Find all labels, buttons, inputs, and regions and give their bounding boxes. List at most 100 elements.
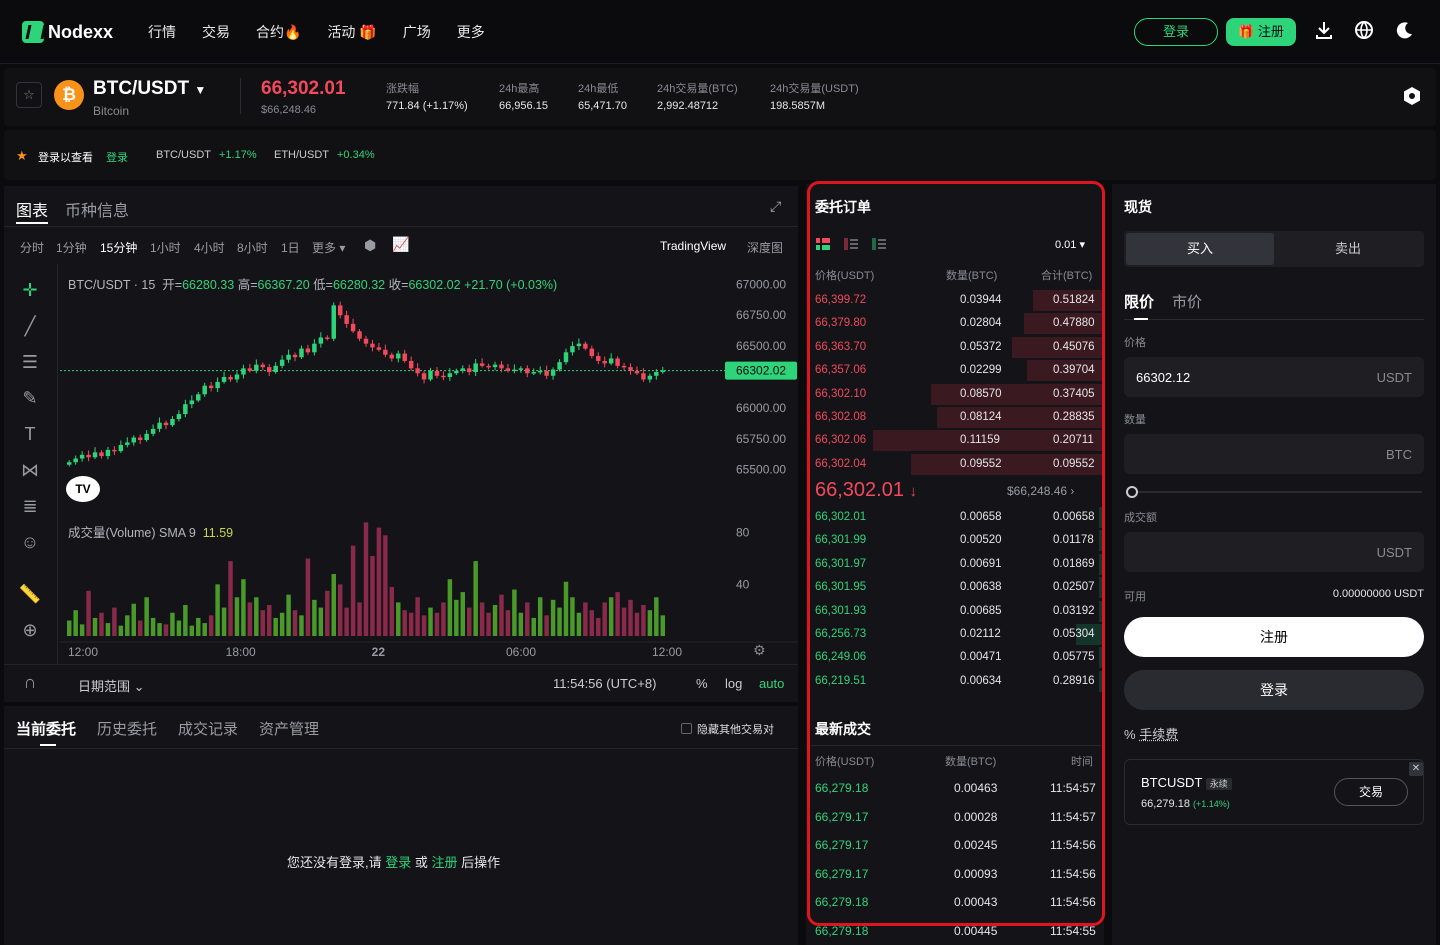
slider-handle[interactable] (1126, 486, 1138, 498)
fib-lines-icon[interactable]: ☰ (18, 350, 42, 374)
forecast-icon[interactable]: ≣ (18, 494, 42, 518)
tab-order-history[interactable]: 历史委托 (97, 718, 157, 739)
chart-area[interactable]: 67000.00 66750.00 66500.00 66000.00 65750.00… (60, 264, 798, 664)
brush-icon[interactable]: ✎ (18, 386, 42, 410)
chart-gear-icon[interactable]: ⚙ (753, 642, 766, 659)
emoji-icon[interactable]: ☺ (18, 530, 42, 554)
volume-bar (441, 602, 446, 636)
buy-tab[interactable]: 买入 (1126, 233, 1274, 265)
nav-item-events[interactable]: 活动 🎁 (327, 22, 376, 42)
tradingview-logo-icon[interactable]: TV (66, 476, 100, 502)
interval-15m[interactable]: 15分钟 (100, 239, 137, 256)
download-icon[interactable] (1313, 20, 1335, 42)
interval-more[interactable]: 更多 ▾ (312, 239, 345, 256)
tab-trade-history[interactable]: 成交记录 (178, 718, 238, 739)
bid-row[interactable]: 66,301.95 0.00638 0.02507 (815, 576, 1105, 599)
log-toggle[interactable]: log (725, 676, 742, 691)
trendline-icon[interactable]: ╱ (18, 314, 42, 338)
announcement-login-link[interactable]: 登录 (106, 149, 128, 165)
logo[interactable]: Nodexx (22, 20, 113, 44)
ask-row[interactable]: 66,357.06 0.02299 0.39704 (815, 359, 1105, 382)
favorite-star-icon[interactable]: ☆ (16, 82, 42, 108)
nav-item-futures[interactable]: 合约🔥 (256, 22, 301, 42)
login-prompt-register-link[interactable]: 注册 (432, 855, 458, 870)
view-asks-icon[interactable] (844, 238, 858, 253)
interval-1m[interactable]: 1分钟 (56, 239, 87, 256)
ask-row[interactable]: 66,302.10 0.08570 0.37405 (815, 383, 1105, 406)
precision-dropdown[interactable]: 0.01 ▾ (1055, 238, 1085, 251)
promo-trade-button[interactable]: 交易 (1334, 778, 1408, 806)
fee-link[interactable]: % 手续费 (1124, 724, 1178, 743)
tab-chart[interactable]: 图表 (16, 197, 48, 221)
bid-row[interactable]: 66,219.51 0.00634 0.28916 (815, 670, 1105, 693)
view-tradingview[interactable]: TradingView (660, 239, 726, 253)
sell-tab[interactable]: 卖出 (1274, 233, 1422, 265)
indicators-icon[interactable]: 📈 (392, 236, 409, 253)
interval-1h[interactable]: 1小时 (150, 239, 181, 256)
settings-hex-icon[interactable] (1402, 86, 1422, 109)
bid-row[interactable]: 66,301.93 0.00685 0.03192 (815, 600, 1105, 623)
tab-open-orders[interactable]: 当前委托 (16, 718, 76, 739)
login-button[interactable]: 登录 (1134, 18, 1218, 46)
nav-item-square[interactable]: 广场 (403, 22, 431, 42)
percent-toggle[interactable]: % (696, 676, 708, 691)
bid-row[interactable]: 66,249.06 0.00471 0.05775 (815, 646, 1105, 669)
crosshair-icon[interactable]: ✛ (18, 278, 42, 302)
text-tool-icon[interactable]: T (18, 422, 42, 446)
register-button[interactable]: 🎁 注册 (1226, 18, 1296, 46)
view-depth[interactable]: 深度图 (747, 239, 783, 256)
pair-selector[interactable]: BTC/USDT ▼ (93, 78, 206, 100)
ruler-icon[interactable]: 📏 (18, 582, 42, 606)
cell-price: 66,302.08 (815, 411, 867, 423)
mid-price-usd[interactable]: $66,248.46 › (1007, 484, 1074, 498)
qty-input[interactable]: BTC (1124, 434, 1424, 474)
tab-market[interactable]: 市价 (1172, 291, 1202, 312)
bid-row[interactable]: 66,301.99 0.00520 0.01178 (815, 529, 1105, 552)
date-range-dropdown[interactable]: 日期范围 ⌄ (78, 676, 145, 695)
bid-row[interactable]: 66,256.73 0.02112 0.05304 (815, 623, 1105, 646)
bid-row[interactable]: 66,302.01 0.00658 0.00658 (815, 506, 1105, 529)
tab-limit[interactable]: 限价 (1124, 291, 1154, 312)
chart-settings-icon[interactable]: ⬢ (364, 237, 376, 254)
volume-bar (647, 610, 653, 636)
candle-body (454, 370, 459, 374)
nav-item-market[interactable]: 行情 (148, 22, 176, 42)
close-icon[interactable]: ✕ (1409, 762, 1423, 776)
tab-coin-info[interactable]: 币种信息 (65, 197, 129, 221)
ask-row[interactable]: 66,302.04 0.09552 0.09552 (815, 453, 1105, 476)
ask-row[interactable]: 66,363.70 0.05372 0.45076 (815, 336, 1105, 359)
moon-icon[interactable] (1393, 20, 1415, 42)
globe-icon[interactable] (1353, 20, 1375, 42)
watch-pair-name[interactable]: BTC/USDT (156, 149, 211, 161)
ask-row[interactable]: 66,399.72 0.03944 0.51824 (815, 289, 1105, 312)
interval-1d[interactable]: 1日 (281, 239, 300, 256)
promo-card[interactable]: BTCUSDT 永续 66,279.18 (+1.14%) 交易 ✕ (1124, 759, 1424, 825)
hide-other-pairs-checkbox[interactable] (681, 723, 692, 734)
amount-slider[interactable] (1126, 486, 1424, 498)
login-prompt-login-link[interactable]: 登录 (385, 855, 411, 870)
ask-row[interactable]: 66,302.08 0.08124 0.28835 (815, 406, 1105, 429)
magnet-icon[interactable]: ∩ (18, 670, 42, 694)
interval-8h[interactable]: 8小时 (237, 239, 268, 256)
nav-item-trade[interactable]: 交易 (202, 22, 230, 42)
bid-row[interactable]: 66,301.97 0.00691 0.01869 (815, 553, 1105, 576)
candlestick-chart[interactable]: 67000.00 66750.00 66500.00 66000.00 65750.00… (60, 264, 798, 664)
view-bids-icon[interactable] (872, 238, 886, 253)
zoom-in-icon[interactable]: ⊕ (18, 618, 42, 642)
ask-row[interactable]: 66,379.80 0.02804 0.47880 (815, 312, 1105, 335)
auto-toggle[interactable]: auto (759, 676, 784, 691)
price-input[interactable]: 66302.12 USDT (1124, 357, 1424, 397)
interval-line[interactable]: 分时 (20, 239, 44, 256)
watch-pair-name[interactable]: ETH/USDT (274, 149, 329, 161)
tab-assets[interactable]: 资产管理 (259, 718, 319, 739)
pattern-icon[interactable]: ⋈ (18, 458, 42, 482)
view-both-icon[interactable] (816, 238, 830, 253)
ask-row[interactable]: 66,302.06 0.11159 0.20711 (815, 429, 1105, 452)
spot-register-button[interactable]: 注册 (1124, 617, 1424, 657)
nav-item-more[interactable]: 更多 (457, 22, 485, 42)
amount-input[interactable]: USDT (1124, 532, 1424, 572)
fullscreen-icon[interactable]: ⤢ (770, 198, 781, 215)
volume-bar (447, 579, 453, 636)
spot-login-button[interactable]: 登录 (1124, 670, 1424, 710)
interval-4h[interactable]: 4小时 (194, 239, 225, 256)
